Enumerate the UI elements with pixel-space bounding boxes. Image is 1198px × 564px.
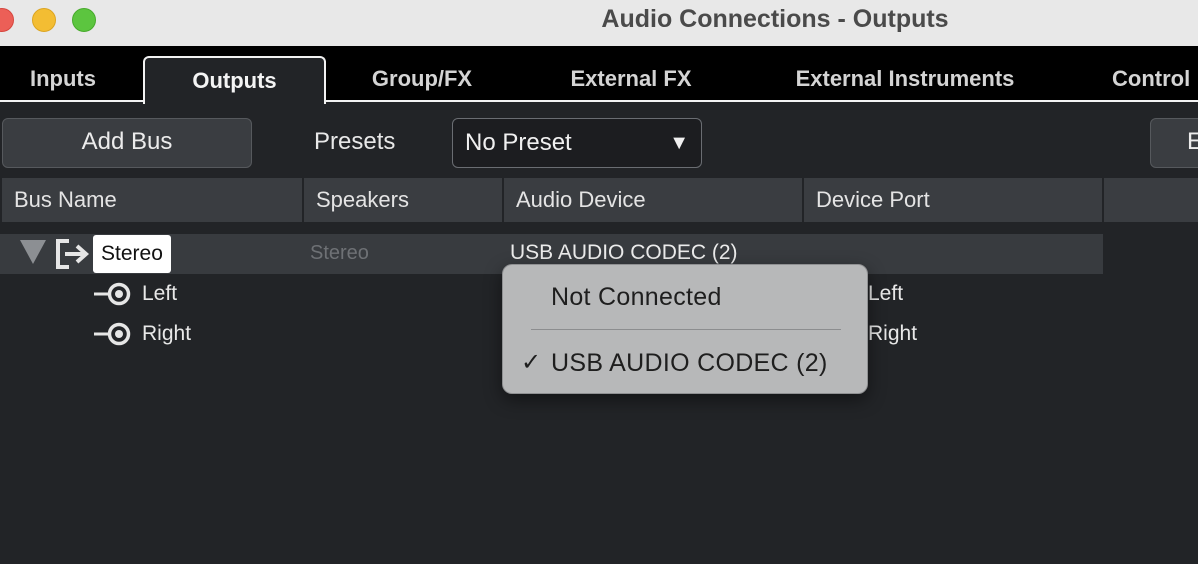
- column-header-extra: [1104, 178, 1198, 222]
- tab-outputs[interactable]: Outputs: [143, 56, 326, 104]
- output-channel-icon: [94, 322, 131, 346]
- tab-group-fx[interactable]: Group/FX: [340, 57, 504, 101]
- presets-label: Presets: [314, 128, 396, 155]
- output-channel-icon: [94, 282, 131, 306]
- column-header-bus-name[interactable]: Bus Name: [2, 178, 302, 222]
- column-header-audio-device[interactable]: Audio Device: [504, 178, 802, 222]
- audio-device-value[interactable]: USB AUDIO CODEC (2): [510, 241, 738, 265]
- minimize-window-button[interactable]: [32, 8, 56, 32]
- tab-control[interactable]: Control: [1112, 57, 1198, 101]
- zoom-window-button[interactable]: [72, 8, 96, 32]
- bus-name-field[interactable]: Stereo: [93, 235, 171, 273]
- tab-external-instruments[interactable]: External Instruments: [770, 57, 1040, 101]
- column-header-speakers[interactable]: Speakers: [304, 178, 502, 222]
- window-title: Audio Connections - Outputs: [601, 5, 949, 33]
- tab-external-fx[interactable]: External FX: [540, 57, 722, 101]
- triangle-down-icon[interactable]: [20, 240, 46, 264]
- channel-right-label: Right: [142, 322, 192, 345]
- right-toolbar-button[interactable]: E: [1150, 118, 1198, 168]
- menu-item-usb-audio-codec[interactable]: USB AUDIO CODEC (2): [551, 349, 828, 378]
- checkmark-icon: ✓: [521, 349, 542, 376]
- output-bus-icon: [56, 239, 90, 269]
- tab-inputs[interactable]: Inputs: [4, 57, 122, 101]
- close-window-button[interactable]: [0, 8, 14, 32]
- menu-item-not-connected[interactable]: Not Connected: [551, 283, 722, 312]
- audio-device-popup-menu: Not Connected ✓ USB AUDIO CODEC (2): [502, 264, 868, 394]
- dropdown-arrow-icon: ▼: [669, 132, 689, 154]
- add-bus-button[interactable]: Add Bus: [2, 118, 252, 168]
- channel-left-device-port[interactable]: Left: [868, 282, 903, 306]
- channel-right-device-port[interactable]: Right: [868, 322, 917, 346]
- preset-select[interactable]: No Preset ▼: [452, 118, 702, 168]
- preset-select-value: No Preset: [465, 129, 572, 156]
- menu-separator: [531, 329, 841, 330]
- column-header-device-port[interactable]: Device Port: [804, 178, 1102, 222]
- speakers-value: Stereo: [310, 242, 369, 264]
- title-bar: Audio Connections - Outputs: [0, 0, 1198, 46]
- channel-left-label: Left: [142, 282, 178, 305]
